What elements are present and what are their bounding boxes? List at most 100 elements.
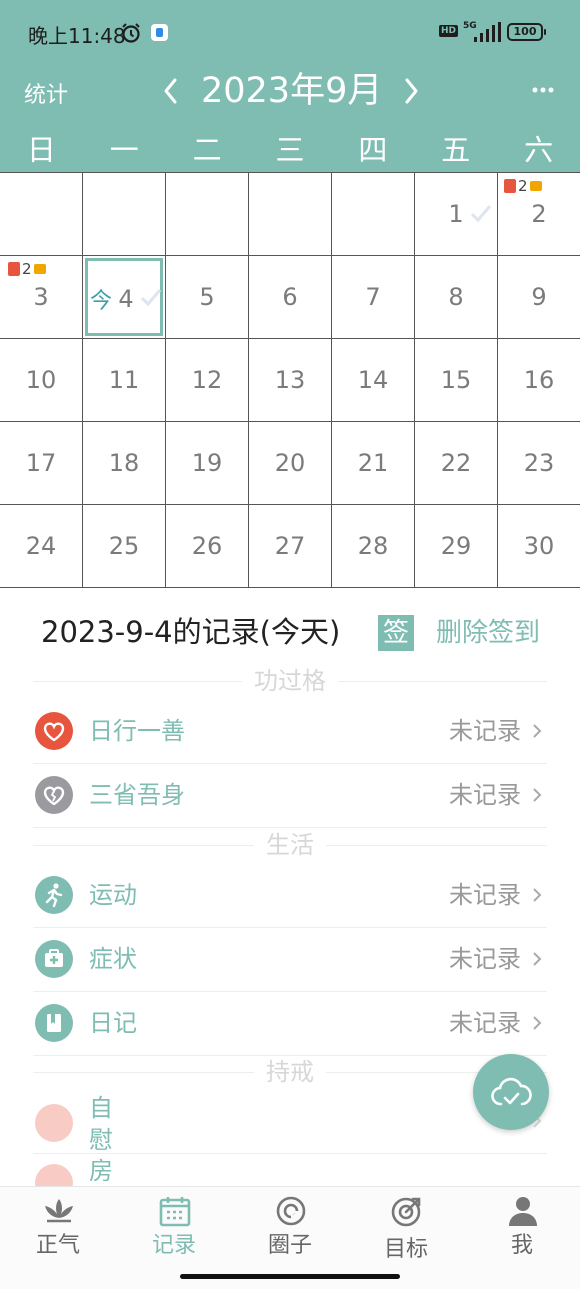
tab-goal[interactable]: 目标 (348, 1187, 464, 1267)
day-number: 24 (25, 532, 57, 560)
cloud-check-icon (491, 1077, 532, 1106)
calendar-day[interactable]: 30 (498, 505, 580, 588)
calendar-day[interactable]: 5 (166, 256, 249, 339)
record-title: 2023-9-4的记录(今天) (41, 615, 341, 649)
tab-zhengqi[interactable]: 正气 (0, 1187, 116, 1267)
calendar-day[interactable]: 24 (0, 505, 83, 588)
calendar-day[interactable]: 8 (415, 256, 498, 339)
calendar-day[interactable]: 9 (498, 256, 580, 339)
calendar-day[interactable]: 14 (332, 339, 415, 422)
section-label: 生活 (254, 830, 326, 860)
record-item-reflect[interactable]: 三省吾身 未记录 (33, 764, 547, 828)
cloud-sync-button[interactable] (473, 1054, 549, 1130)
calendar-day[interactable]: 21 (332, 422, 415, 505)
day-marks: 2 (504, 178, 542, 194)
sign-in-badge[interactable]: 签 (378, 615, 414, 651)
item-status: 未记录 (449, 781, 521, 809)
calendar-day[interactable]: 20 (249, 422, 332, 505)
tab-circle[interactable]: 圈子 (232, 1187, 348, 1267)
section-life: 生活 (33, 830, 547, 860)
day-number: 28 (357, 532, 389, 560)
app-notification-icon (151, 24, 168, 41)
delete-sign-in-button[interactable]: 删除签到 (436, 614, 540, 652)
chevron-right-icon (405, 78, 418, 104)
item-label: 运动 (89, 881, 137, 909)
section-precepts: 持戒 (33, 1057, 547, 1087)
record-item-symptom[interactable]: 症状 未记录 (33, 928, 547, 992)
calendar-day[interactable]: 23 (498, 422, 580, 505)
stats-button[interactable]: 统计 (24, 82, 68, 104)
day-number: 14 (357, 366, 389, 394)
calendar-day[interactable]: 12 (166, 339, 249, 422)
cup-icon (35, 1104, 73, 1142)
calendar-day[interactable]: 16 (498, 339, 580, 422)
calendar-day[interactable]: 25 (83, 505, 166, 588)
prev-month-button[interactable] (158, 74, 184, 108)
item-status: 未记录 (449, 945, 521, 973)
record-item-exercise[interactable]: 运动 未记录 (33, 864, 547, 928)
calendar-day[interactable]: 15 (415, 339, 498, 422)
calendar-day[interactable]: 10 (0, 339, 83, 422)
weekday-sat: 六 (524, 133, 554, 167)
item-label: 日记 (89, 1009, 137, 1037)
chevron-right-icon (533, 788, 542, 802)
calendar-day-3[interactable]: 2 3 (0, 256, 83, 339)
record-item-good-deed[interactable]: 日行一善 未记录 (33, 700, 547, 764)
section-label: 功过格 (242, 666, 338, 696)
tab-record[interactable]: 记录 (116, 1187, 232, 1267)
month-title: 2023年9月 (201, 71, 383, 111)
calendar-day[interactable]: 22 (415, 422, 498, 505)
day-number: 6 (282, 283, 298, 311)
weekday-header: 日 一 二 三 四 五 六 (0, 128, 580, 172)
day-number: 13 (274, 366, 306, 394)
running-icon (35, 876, 73, 914)
tab-me[interactable]: 我 (464, 1187, 580, 1267)
day-number: 10 (25, 366, 57, 394)
record-item-self-comfort[interactable]: 自慰 (33, 1090, 547, 1154)
calendar-day-4-today[interactable]: 今 4 (83, 256, 166, 339)
calendar-day[interactable]: 29 (415, 505, 498, 588)
calendar-day-1[interactable]: 1 (415, 173, 498, 256)
day-number: 20 (274, 449, 306, 477)
calendar-day[interactable]: 27 (249, 505, 332, 588)
next-month-button[interactable] (398, 74, 424, 108)
signal-icon (470, 21, 502, 47)
tab-label: 我 (510, 1233, 533, 1258)
day-number: 26 (191, 532, 223, 560)
calendar-day-empty (83, 173, 166, 256)
calendar-day[interactable]: 18 (83, 422, 166, 505)
calendar-day-empty (249, 173, 332, 256)
cup-icon (504, 179, 516, 193)
record-item-diary[interactable]: 日记 未记录 (33, 992, 547, 1056)
calendar-day[interactable]: 13 (249, 339, 332, 422)
screen-icon (529, 181, 542, 191)
record-item-sex[interactable]: 房 (33, 1154, 547, 1202)
day-number: 16 (523, 366, 555, 394)
more-menu-button[interactable] (530, 82, 556, 98)
day-number: 11 (108, 366, 140, 394)
day-number: 30 (523, 532, 555, 560)
user-icon (509, 1197, 537, 1226)
calendar-day[interactable]: 19 (166, 422, 249, 505)
calendar-day[interactable]: 11 (83, 339, 166, 422)
calendar-day[interactable]: 17 (0, 422, 83, 505)
day-number: 9 (531, 283, 547, 311)
calendar-day[interactable]: 6 (249, 256, 332, 339)
calendar-day[interactable]: 28 (332, 505, 415, 588)
chevron-right-icon (533, 1016, 542, 1030)
tab-label: 目标 (383, 1237, 428, 1262)
calendar-day-2[interactable]: 2 2 (498, 173, 580, 256)
day-number: 27 (274, 532, 306, 560)
day-number: 29 (440, 532, 472, 560)
calendar-day-empty (0, 173, 83, 256)
day-number: 18 (108, 449, 140, 477)
home-indicator[interactable] (180, 1274, 400, 1279)
calendar-day[interactable]: 7 (332, 256, 415, 339)
tab-label: 圈子 (267, 1233, 312, 1258)
status-bar: 晚上11:48 HD 5G 100 (0, 0, 580, 66)
heart-icon (35, 712, 73, 750)
day-number: 3 (33, 283, 49, 311)
weekday-tue: 二 (192, 133, 222, 167)
calendar-day[interactable]: 26 (166, 505, 249, 588)
item-label: 三省吾身 (89, 781, 185, 809)
